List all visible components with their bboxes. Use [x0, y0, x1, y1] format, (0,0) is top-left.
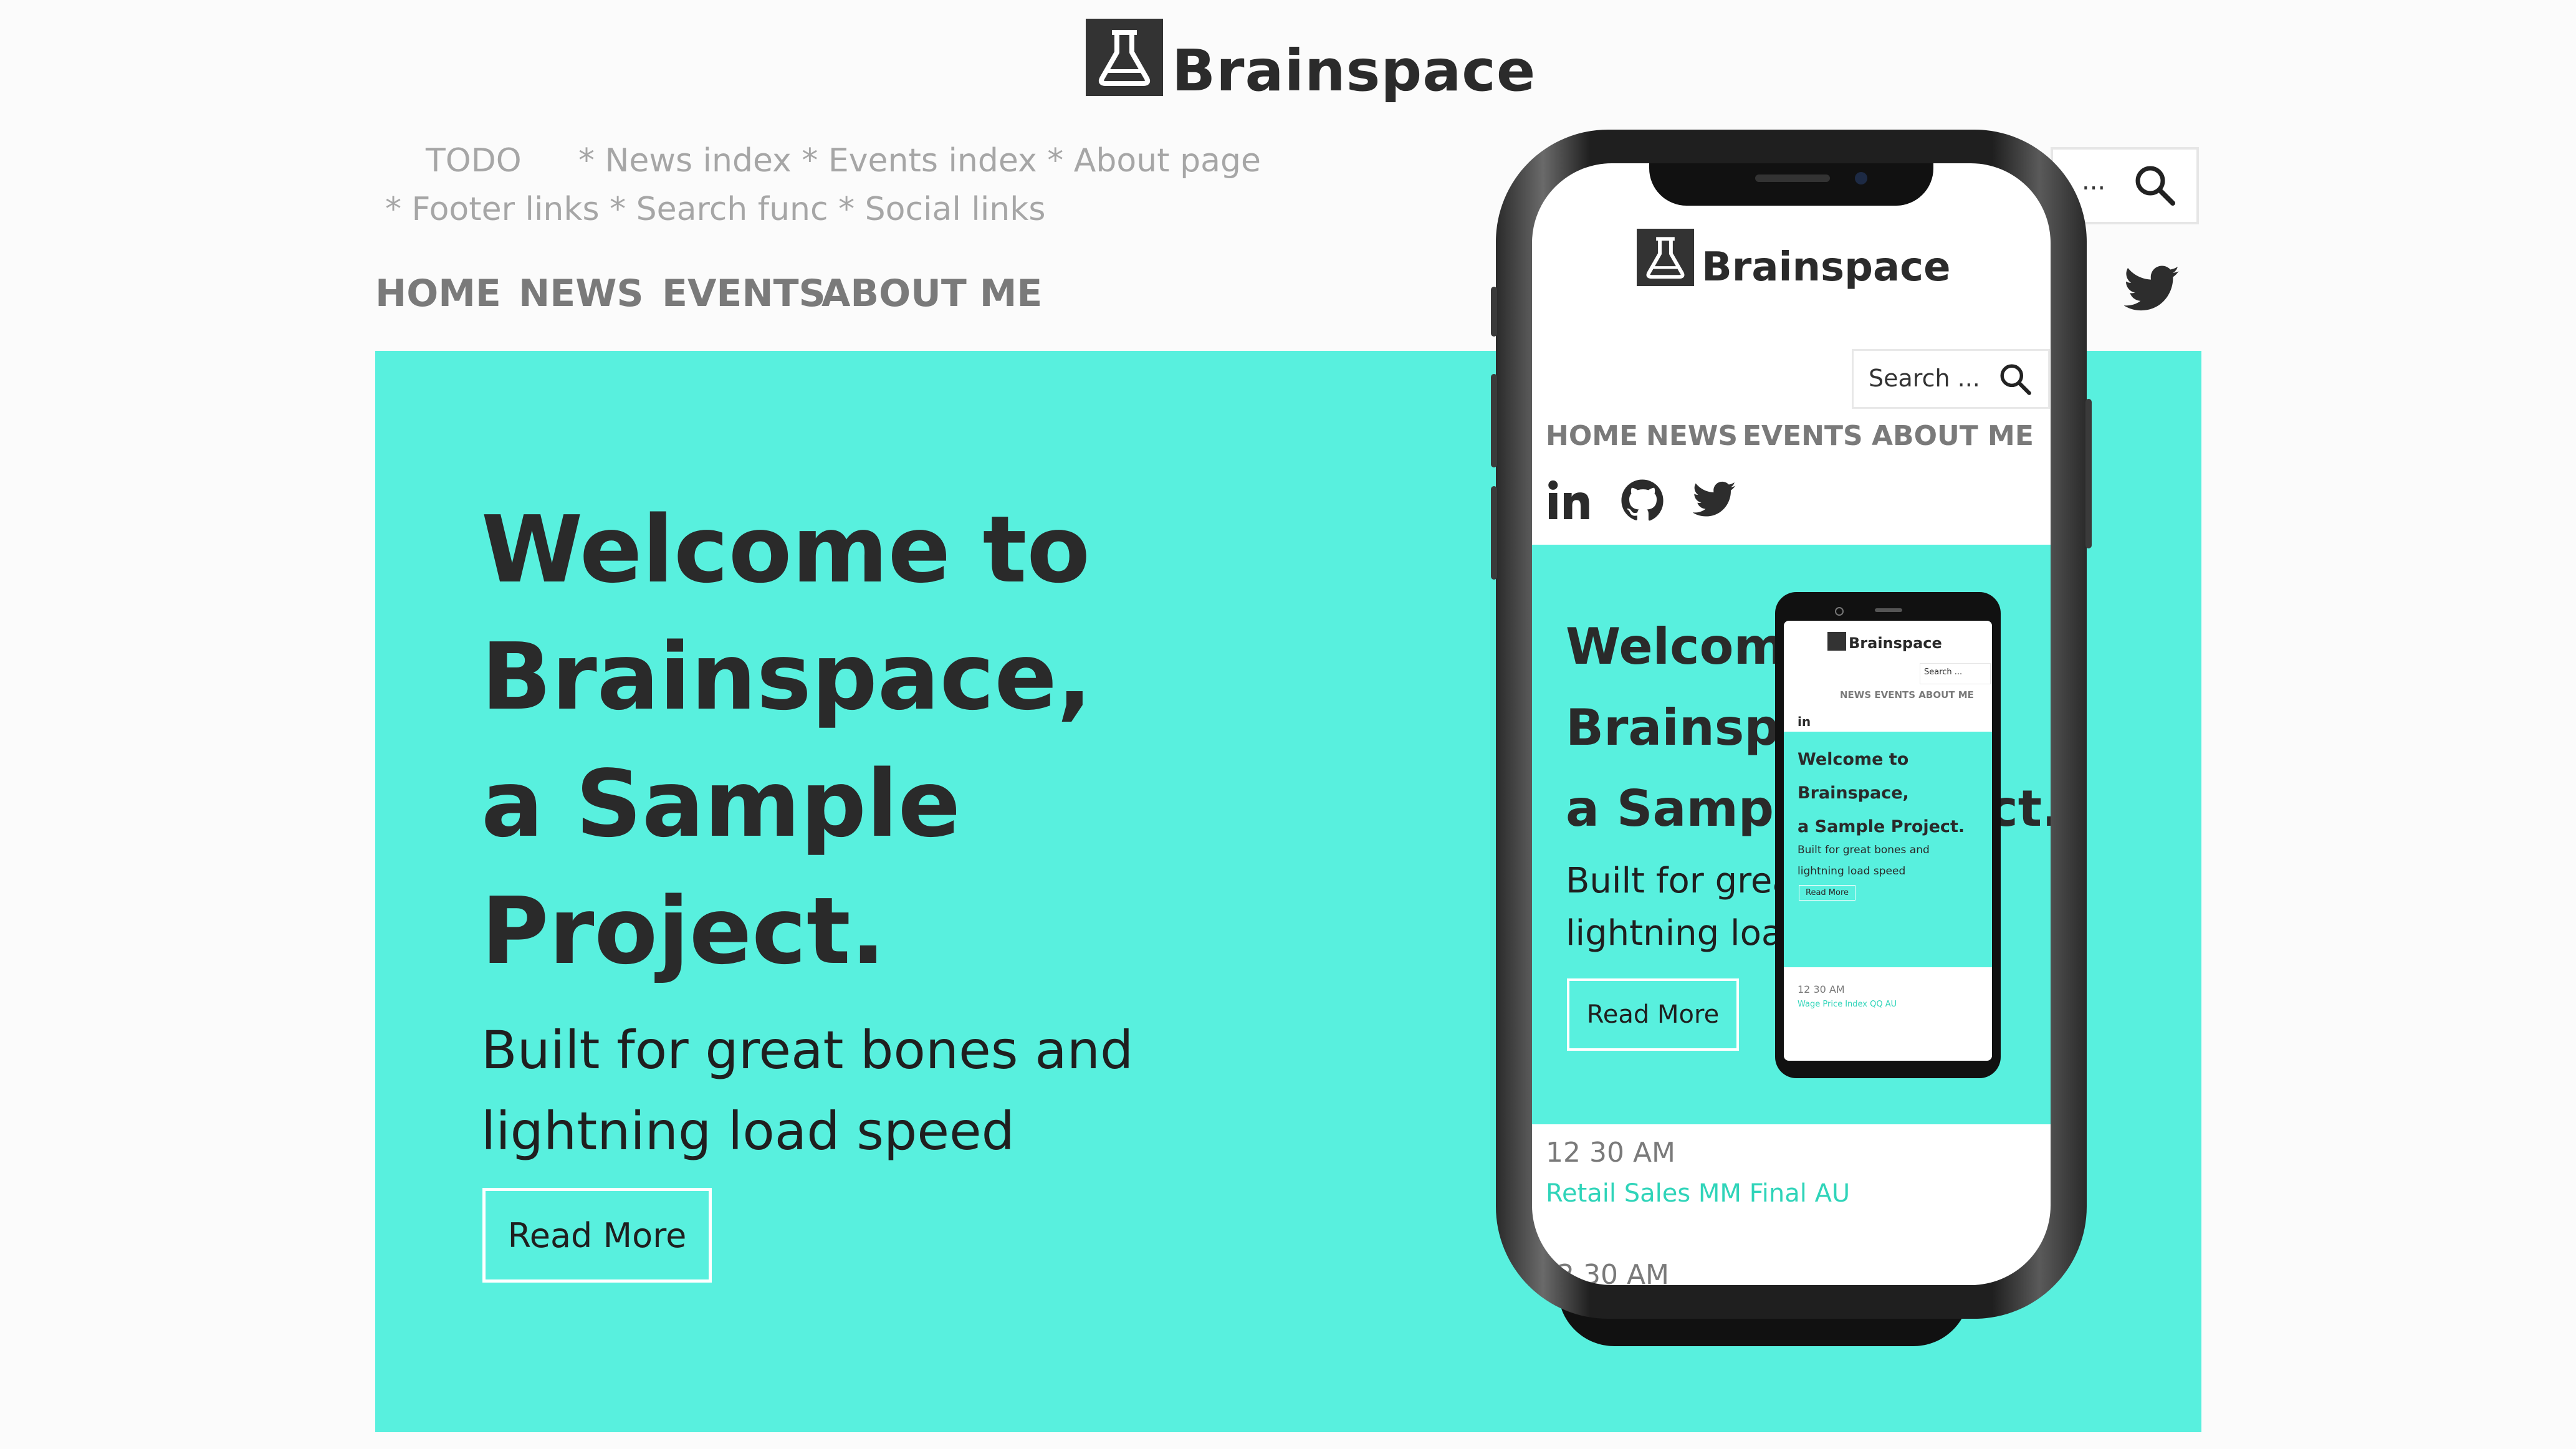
- brand-logo-icon[interactable]: [1086, 19, 1163, 96]
- linkedin-icon[interactable]: [1547, 480, 1592, 521]
- phone-volume-down: [1491, 486, 1497, 580]
- mobile-nav-home[interactable]: HOME: [1546, 420, 1638, 452]
- mobile-brand-name[interactable]: Brainspace: [1702, 244, 1950, 290]
- phone-notch: [1649, 163, 1933, 206]
- todo-items-line1: * News index * Events index * About page: [578, 142, 1261, 179]
- nested-hero-title-line: a Sample Project.: [1798, 817, 1965, 836]
- hero-title-line: Brainspace,: [481, 623, 1092, 730]
- hero-title-line: a Sample: [481, 750, 961, 858]
- phone-side-button: [1491, 287, 1497, 337]
- hero-subtitle: Built for great bones and lightning load…: [481, 1010, 1133, 1172]
- github-icon[interactable]: [1621, 479, 1664, 522]
- camera-icon: [1855, 172, 1867, 184]
- search-input-value: ...: [2082, 167, 2106, 196]
- hero-subtitle-line: lightning load speed: [481, 1101, 1015, 1162]
- mobile-event-time-2: 12 30 AM: [1539, 1259, 1670, 1285]
- nested-camera-icon: [1835, 607, 1844, 616]
- read-more-button[interactable]: Read More: [482, 1188, 712, 1283]
- nested-search-input: Search ...: [1920, 663, 1991, 684]
- speaker-grille: [1755, 175, 1830, 182]
- brand-name[interactable]: Brainspace: [1172, 37, 1536, 104]
- mobile-event-time: 12 30 AM: [1546, 1137, 1676, 1169]
- nav-about[interactable]: ABOUT ME: [821, 272, 1042, 315]
- nested-event-time: 12 30 AM: [1798, 983, 1845, 995]
- nested-brand-name: Brainspace: [1849, 634, 1942, 652]
- search-icon[interactable]: [2133, 163, 2178, 208]
- nested-read-more-button: Read More: [1799, 885, 1856, 901]
- mobile-nav-about[interactable]: ABOUT ME: [1872, 420, 2034, 452]
- nested-search-placeholder: Search ...: [1924, 667, 1963, 677]
- twitter-icon[interactable]: [2124, 265, 2180, 313]
- phone-volume-up: [1491, 374, 1497, 467]
- nested-hero-title-line: Brainspace,: [1798, 783, 1909, 803]
- nested-hero-title-line: Welcome to: [1798, 750, 1909, 769]
- hero-subtitle-line: Built for great bones and: [481, 1020, 1134, 1081]
- search-icon[interactable]: [1998, 362, 2033, 397]
- nested-hero-subtitle-line: lightning load speed: [1798, 865, 1906, 878]
- hero-title: Welcome to Brainspace, a Sample Project.: [481, 486, 1416, 995]
- mobile-brand-logo-icon[interactable]: [1637, 229, 1694, 286]
- nested-nav: NEWS EVENTS ABOUT ME: [1840, 689, 1974, 701]
- flask-icon: [1098, 30, 1151, 86]
- hero-title-line: Project.: [481, 878, 886, 985]
- mobile-search-input[interactable]: Search ...: [1852, 349, 2050, 409]
- mobile-search-placeholder: Search ...: [1869, 365, 1980, 392]
- mobile-nav-news[interactable]: NEWS: [1646, 420, 1738, 452]
- mobile-read-more-button[interactable]: Read More: [1567, 978, 1739, 1051]
- nested-hero-subtitle-line: Built for great bones and: [1798, 844, 1930, 856]
- nested-event-link: Wage Price Index QQ AU: [1798, 1000, 1897, 1009]
- nested-hero-title: Welcome to Brainspace, a Sample Project.: [1798, 743, 1991, 844]
- flask-icon: [1827, 632, 1846, 651]
- mobile-nav-events[interactable]: EVENTS: [1743, 420, 1863, 452]
- nested-speaker-grille: [1875, 608, 1902, 612]
- twitter-icon[interactable]: [1693, 481, 1736, 519]
- nav-home[interactable]: HOME: [375, 272, 501, 315]
- phone-power-button: [2085, 399, 2092, 548]
- todo-heading: TODO: [426, 142, 522, 179]
- nested-phone-frame: Brainspace Search ... NEWS EVENTS ABOUT …: [1775, 592, 2001, 1078]
- nav-events[interactable]: EVENTS: [662, 272, 826, 315]
- todo-items-line2: * Footer links * Search func * Social li…: [385, 191, 1046, 228]
- hero-title-line: Welcome to: [481, 496, 1091, 603]
- linkedin-icon: in: [1798, 714, 1811, 729]
- flask-icon: [1646, 237, 1685, 279]
- mobile-event-link[interactable]: Retail Sales MM Final AU: [1546, 1179, 1850, 1208]
- nav-news[interactable]: NEWS: [519, 272, 644, 315]
- nested-phone-screen: Brainspace Search ... NEWS EVENTS ABOUT …: [1784, 621, 1992, 1061]
